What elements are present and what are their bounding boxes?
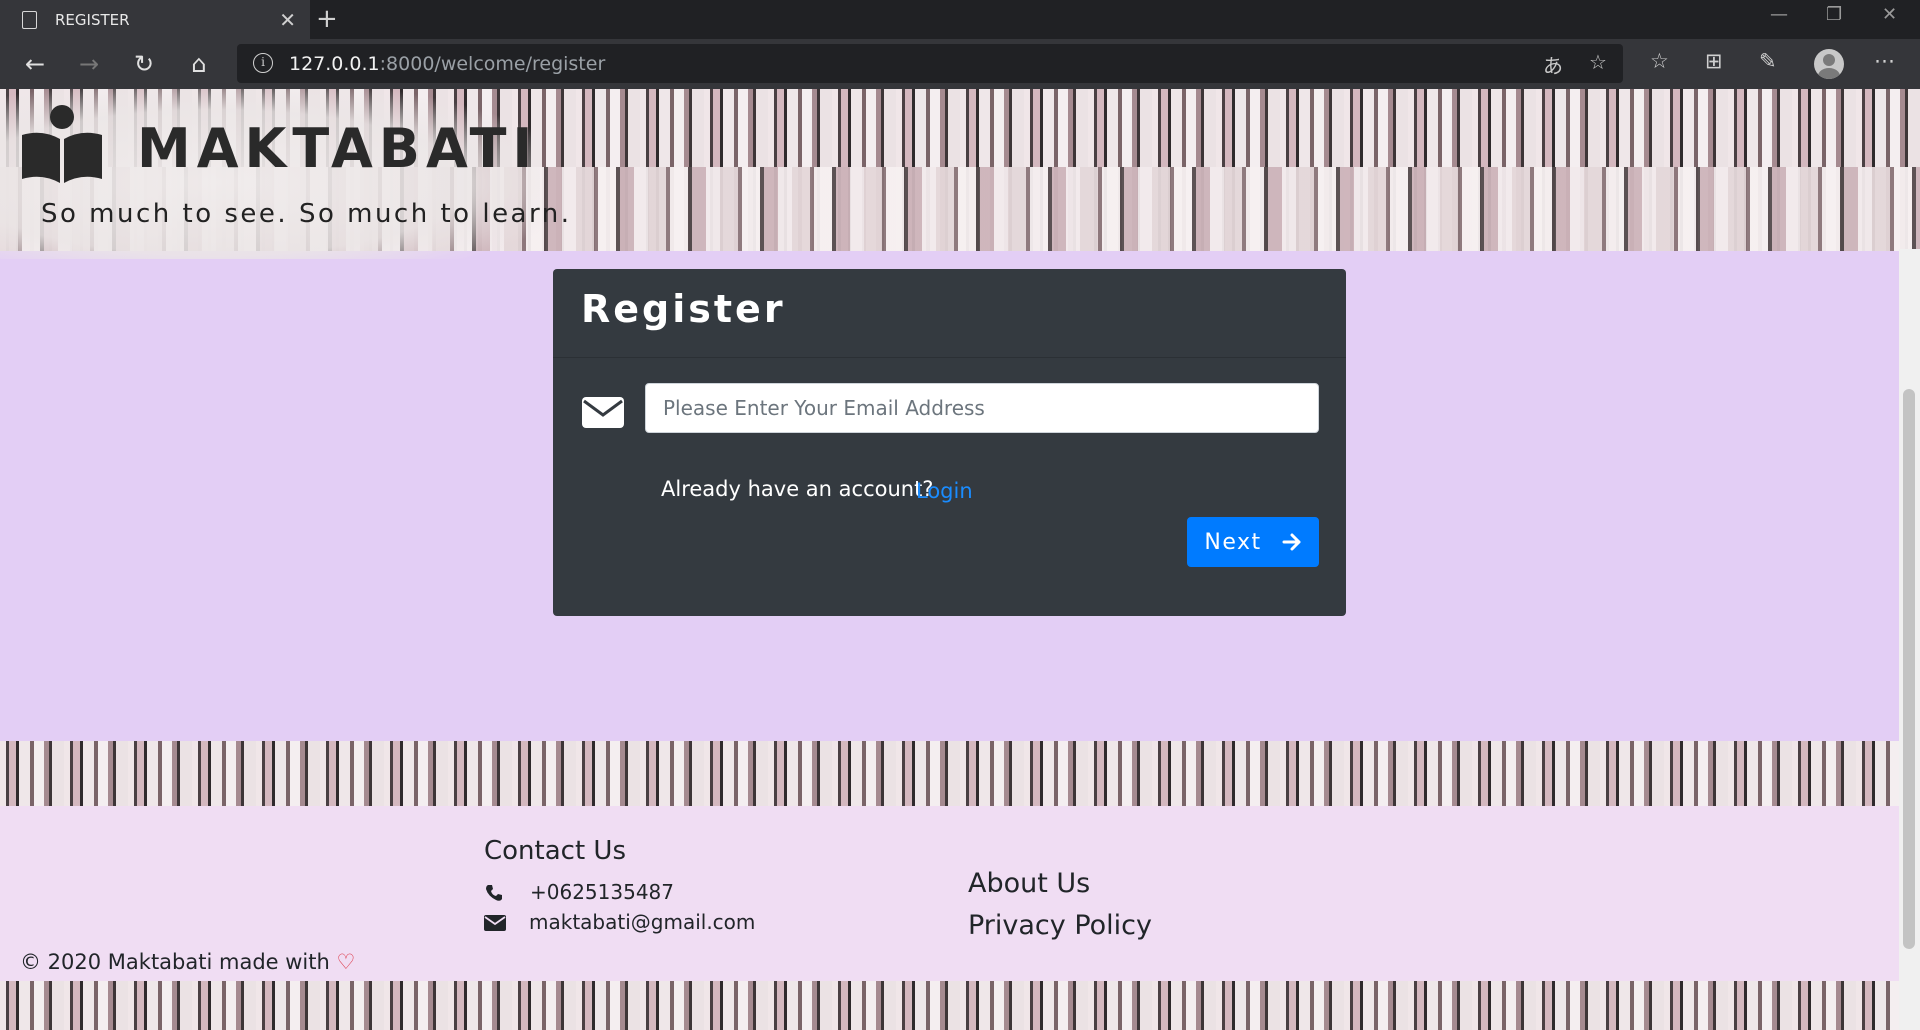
new-tab-button[interactable]: +: [316, 4, 338, 34]
next-button-label: Next: [1204, 529, 1262, 555]
minimize-icon[interactable]: —: [1770, 4, 1788, 25]
window-close-icon[interactable]: ✕: [1882, 4, 1897, 25]
privacy-policy-link[interactable]: Privacy Policy: [968, 910, 1152, 941]
home-icon[interactable]: ⌂: [182, 47, 216, 81]
about-us-link[interactable]: About Us: [968, 868, 1090, 899]
profile-icon[interactable]: [1814, 49, 1844, 79]
copyright-text: © 2020 Maktabati made with ♡: [20, 950, 355, 974]
refresh-icon[interactable]: ↻: [127, 47, 161, 81]
register-title: Register: [581, 287, 786, 331]
translate-icon[interactable]: あ: [1543, 50, 1563, 79]
feedback-icon[interactable]: ✎: [1759, 49, 1777, 73]
restore-icon[interactable]: ❐: [1826, 4, 1842, 25]
page-scrollbar[interactable]: [1899, 249, 1920, 1030]
browser-tab-bar: REGISTER ✕ + — ❐ ✕: [0, 0, 1920, 39]
contact-email: maktabati@gmail.com: [529, 910, 756, 934]
heart-icon: ♡: [336, 950, 356, 974]
more-icon[interactable]: ⋯: [1874, 49, 1895, 73]
favorites-icon[interactable]: ☆: [1650, 49, 1669, 73]
star-icon[interactable]: ☆: [1589, 50, 1607, 74]
register-card: Register Already have an account? Login …: [553, 269, 1346, 616]
header-banner: MAKTABATI So much to see. So much to lea…: [0, 89, 1920, 259]
envelope-icon: [582, 397, 624, 428]
contact-phone: +0625135487: [530, 880, 675, 904]
tab-title: REGISTER: [55, 10, 130, 29]
contact-title: Contact Us: [484, 836, 626, 866]
browser-tab[interactable]: REGISTER ✕: [0, 0, 310, 39]
already-account-text: Already have an account?: [661, 477, 934, 501]
browser-toolbar: ← → ↻ ⌂ i 127.0.0.1:8000/welcome/registe…: [0, 39, 1920, 89]
email-input[interactable]: [645, 383, 1319, 433]
page-icon: [22, 10, 37, 29]
login-link[interactable]: Login: [916, 479, 973, 503]
info-icon[interactable]: i: [253, 53, 273, 73]
footer: Contact Us +0625135487 maktabati@gmail.c…: [0, 806, 1899, 981]
mail-icon: [484, 915, 506, 931]
collections-icon[interactable]: ⊞: [1705, 49, 1723, 73]
bottom-shelf-pattern: [0, 981, 1899, 1030]
next-button[interactable]: Next: [1187, 517, 1319, 567]
url-text[interactable]: 127.0.0.1:8000/welcome/register: [289, 53, 605, 75]
brand-name: MAKTABATI: [137, 117, 539, 180]
logo-icon: [22, 105, 102, 183]
forward-icon[interactable]: →: [72, 47, 106, 81]
back-icon[interactable]: ←: [18, 47, 52, 81]
scrollbar-thumb[interactable]: [1903, 389, 1915, 949]
address-bar[interactable]: i 127.0.0.1:8000/welcome/register あ ☆: [237, 44, 1623, 83]
brand-tagline: So much to see. So much to learn.: [41, 199, 572, 229]
footer-shelf-pattern: [0, 741, 1899, 806]
arrow-right-icon: [1282, 533, 1301, 551]
phone-icon: [486, 885, 502, 901]
register-card-header: Register: [553, 269, 1346, 358]
web-page: MAKTABATI So much to see. So much to lea…: [0, 89, 1920, 1030]
copyright-label: © 2020 Maktabati made with: [20, 950, 330, 974]
close-tab-icon[interactable]: ✕: [279, 8, 296, 32]
